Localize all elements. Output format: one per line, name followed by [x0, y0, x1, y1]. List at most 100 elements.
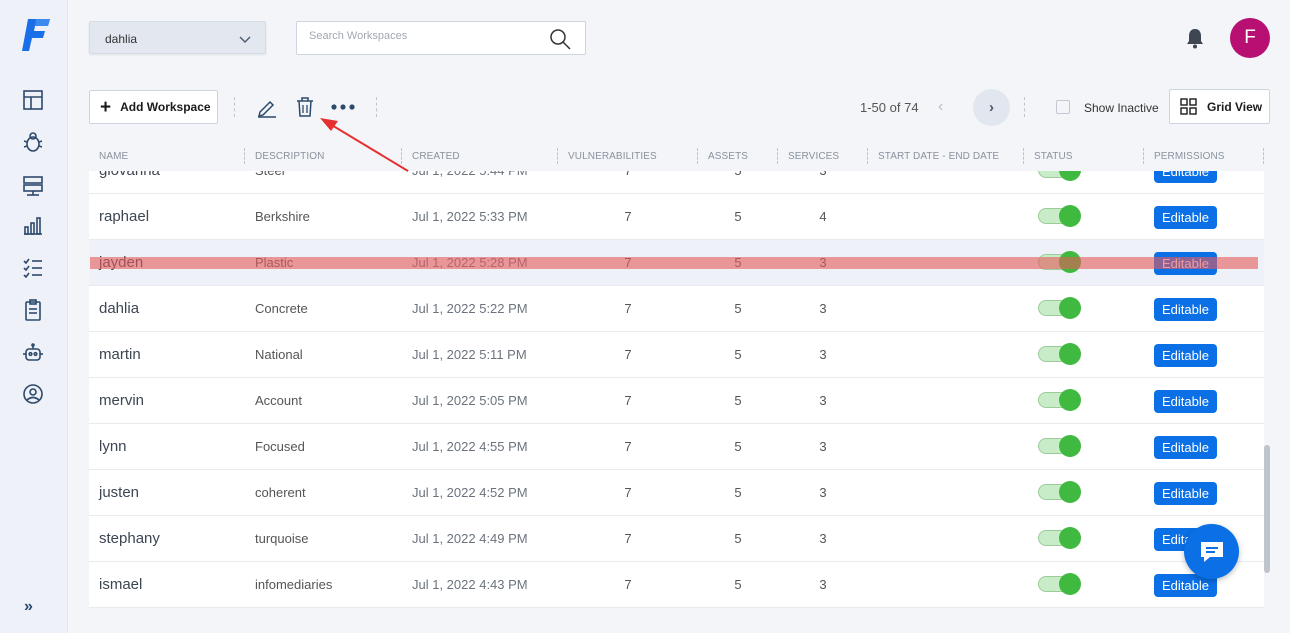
table-row[interactable]: dahlia Concrete Jul 1, 2022 5:22 PM 7 5 3 Edit…	[89, 286, 1264, 332]
vulnerabilities-count: 7	[613, 171, 643, 178]
column-header-description[interactable]: DESCRIPTION	[255, 151, 324, 162]
status-toggle[interactable]	[1038, 573, 1081, 595]
workspace-created: Jul 1, 2022 4:43 PM	[412, 577, 528, 592]
column-resizer[interactable]	[1023, 148, 1024, 164]
workspace-name[interactable]: mervin	[99, 392, 144, 409]
workspace-name[interactable]: ismael	[99, 576, 142, 593]
column-header-vulnerabilities[interactable]: VULNERABILITIES	[568, 151, 657, 162]
assets-count: 5	[723, 171, 753, 178]
search-input[interactable]	[309, 30, 529, 42]
permission-badge[interactable]: Editable	[1154, 298, 1217, 321]
server-icon[interactable]	[22, 174, 44, 196]
table-row[interactable]: stephanyturquoiseJul 1, 2022 4:49 PM753E…	[89, 516, 1264, 562]
table-row[interactable]: mervin Account Jul 1, 2022 5:05 PM 7 5 3 Edita…	[89, 378, 1264, 424]
column-resizer[interactable]	[777, 148, 778, 164]
toggle-knob	[1059, 297, 1081, 319]
chat-button[interactable]	[1184, 524, 1239, 579]
chevron-left-icon[interactable]: ‹	[938, 98, 943, 116]
permission-badge[interactable]: Editable	[1154, 206, 1217, 229]
table-row[interactable]: jaydenPlasticJul 1, 2022 5:28 PM753Edita…	[89, 240, 1264, 286]
workspace-name[interactable]: raphael	[99, 208, 149, 225]
permission-badge[interactable]: Editable	[1154, 390, 1217, 413]
show-inactive-checkbox[interactable]	[1056, 100, 1070, 114]
search-icon[interactable]	[549, 28, 571, 50]
column-header-status[interactable]: STATUS	[1034, 151, 1073, 162]
permission-badge[interactable]: Editable	[1154, 171, 1217, 183]
add-workspace-button[interactable]: + Add Workspace	[89, 90, 218, 124]
status-toggle[interactable]	[1038, 343, 1081, 365]
table-row[interactable]: martin National Jul 1, 2022 5:11 PM 7 5 3 Edit…	[89, 332, 1264, 378]
bell-icon[interactable]	[1185, 27, 1205, 49]
trash-icon[interactable]	[294, 96, 316, 118]
table-row[interactable]: justen coherent Jul 1, 2022 4:52 PM 7 5 3 Edit…	[89, 470, 1264, 516]
workspace-name[interactable]: giovanna	[99, 171, 160, 179]
status-toggle[interactable]	[1038, 481, 1081, 503]
toggle-knob	[1059, 481, 1081, 503]
permission-badge[interactable]: Editable	[1154, 436, 1217, 459]
column-header-assets[interactable]: ASSETS	[708, 151, 748, 162]
column-header-permissions[interactable]: PERMISSIONS	[1154, 151, 1225, 162]
workspace-name[interactable]: lynn	[99, 438, 127, 455]
workspace-created: Jul 1, 2022 5:11 PM	[412, 347, 527, 362]
status-toggle[interactable]	[1038, 527, 1081, 549]
permission-badge[interactable]: Editable	[1154, 482, 1217, 505]
column-header-created[interactable]: CREATED	[412, 151, 460, 162]
clipboard-icon[interactable]	[22, 299, 44, 321]
faraday-logo[interactable]	[22, 17, 52, 53]
workspace-created: Jul 1, 2022 4:55 PM	[412, 439, 528, 454]
table-row[interactable]: lynn Focused Jul 1, 2022 4:55 PM 7 5 3 Editabl…	[89, 424, 1264, 470]
checklist-icon[interactable]	[22, 256, 44, 278]
expand-sidebar-icon[interactable]: »	[24, 598, 33, 616]
toggle-knob	[1059, 171, 1081, 181]
assets-count: 5	[734, 347, 742, 362]
column-resizer[interactable]	[1263, 148, 1264, 164]
bug-icon[interactable]	[22, 131, 44, 153]
table-scrollbar[interactable]	[1264, 445, 1270, 573]
toggle-knob	[1059, 205, 1081, 227]
add-workspace-label: Add Workspace	[120, 100, 211, 114]
permission-badge[interactable]: Editable	[1154, 344, 1217, 367]
avatar[interactable]: F	[1230, 18, 1270, 58]
toggle-knob	[1059, 389, 1081, 411]
column-resizer[interactable]	[1143, 148, 1144, 164]
column-resizer[interactable]	[557, 148, 558, 164]
table-row[interactable]: raphael Berkshire Jul 1, 2022 5:33 PM 7 5 4 Ed…	[89, 194, 1264, 240]
column-resizer[interactable]	[697, 148, 698, 164]
table-body: giovanna Steel Jul 1, 2022 5:44 PM 7 5 3 Edita…	[89, 171, 1265, 614]
workspace-description: turquoise	[255, 531, 309, 546]
status-toggle[interactable]	[1038, 205, 1081, 227]
table-row[interactable]: ismael infomediaries Jul 1, 2022 4:43 PM 7 5…	[89, 562, 1264, 608]
status-toggle[interactable]	[1038, 389, 1081, 411]
chevron-down-icon	[239, 36, 251, 43]
vulnerabilities-count: 7	[624, 485, 632, 500]
column-header-name[interactable]: NAME	[99, 151, 128, 162]
workspace-select[interactable]: dahlia	[89, 21, 266, 54]
workspace-name[interactable]: justen	[99, 484, 139, 501]
robot-icon[interactable]	[22, 342, 44, 364]
services-count: 3	[819, 531, 827, 546]
workspace-name[interactable]: martin	[99, 346, 141, 363]
more-icon[interactable]	[331, 96, 355, 118]
sidebar: »	[0, 0, 68, 633]
column-resizer[interactable]	[401, 148, 402, 164]
status-toggle[interactable]	[1038, 435, 1081, 457]
dashboard-icon[interactable]	[22, 89, 44, 111]
workspace-name[interactable]: stephany	[99, 530, 160, 547]
status-toggle[interactable]	[1038, 171, 1081, 181]
workspace-name[interactable]: dahlia	[99, 300, 139, 317]
user-circle-icon[interactable]	[22, 383, 44, 405]
analytics-icon[interactable]	[22, 214, 44, 236]
edit-icon[interactable]	[256, 96, 278, 118]
column-resizer[interactable]	[244, 148, 245, 164]
assets-count: 5	[734, 439, 742, 454]
column-header-services[interactable]: SERVICES	[788, 151, 839, 162]
next-page-button[interactable]: ›	[973, 89, 1010, 126]
grid-view-button[interactable]: Grid View	[1169, 89, 1270, 124]
toolbar-divider	[234, 97, 235, 117]
status-toggle[interactable]	[1038, 297, 1081, 319]
vulnerabilities-count: 7	[624, 301, 632, 316]
column-header-start-end-date[interactable]: START DATE - END DATE	[878, 151, 999, 162]
column-resizer[interactable]	[867, 148, 868, 164]
table-row[interactable]: giovanna Steel Jul 1, 2022 5:44 PM 7 5 3 Edita…	[89, 171, 1264, 194]
workspace-select-value: dahlia	[105, 32, 138, 46]
